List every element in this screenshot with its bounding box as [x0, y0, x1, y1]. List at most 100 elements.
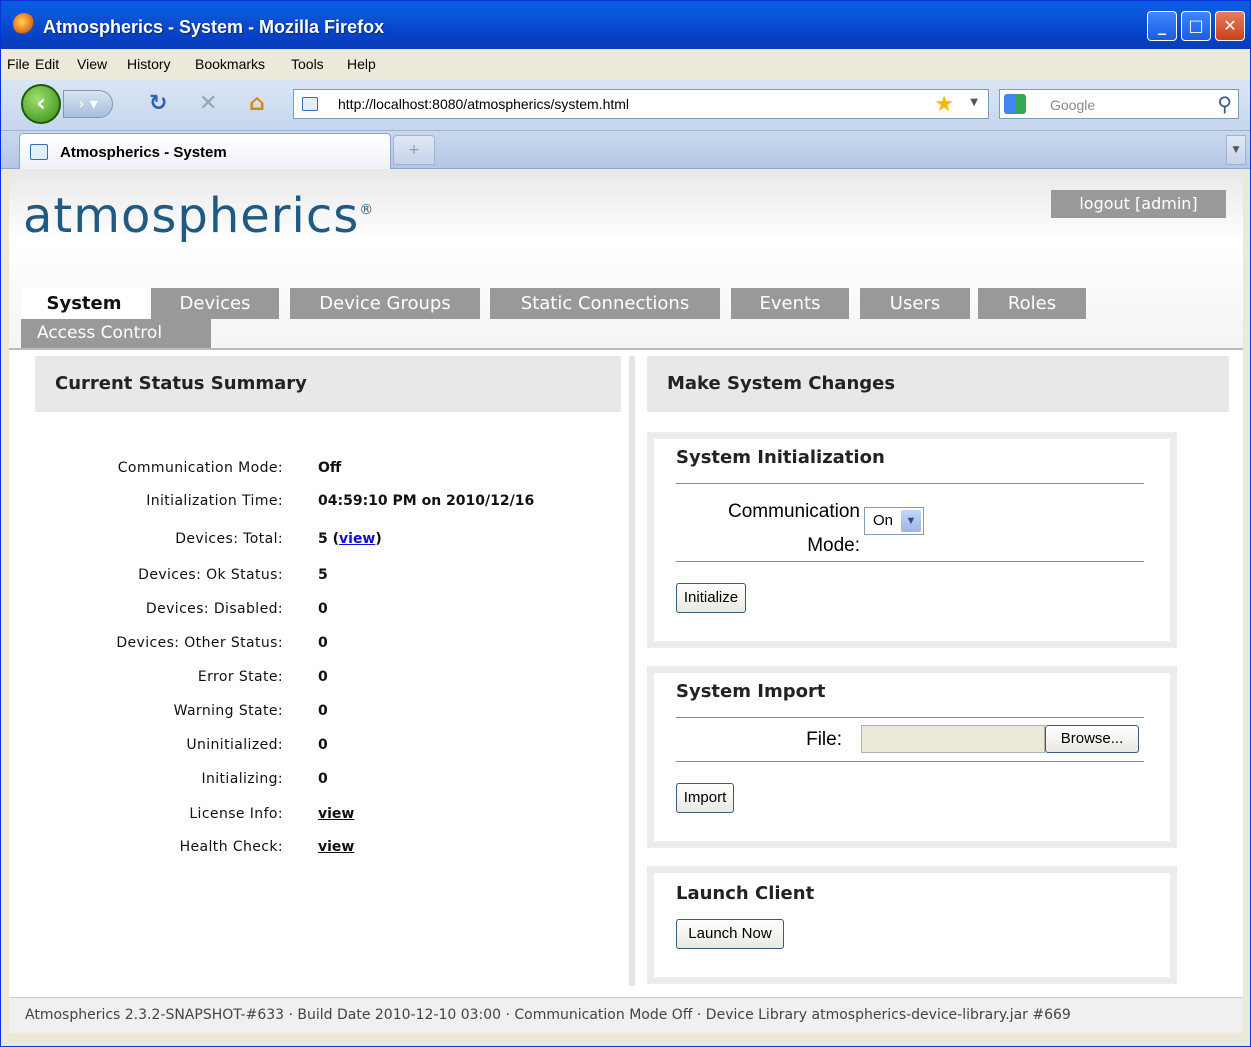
- system-changes-panel: Make System Changes System Initializatio…: [647, 356, 1229, 984]
- status-key: Uninitialized:: [186, 737, 283, 753]
- status-value: 0: [318, 737, 328, 753]
- menu-edit[interactable]: Edit: [35, 56, 59, 72]
- tab-list-icon[interactable]: ▼: [1226, 135, 1246, 165]
- status-key: Devices: Other Status:: [116, 635, 283, 651]
- atmospherics-logo: atmospherics®: [23, 188, 374, 244]
- label-line: Mode:: [807, 535, 860, 556]
- nav-tab-system[interactable]: System: [21, 288, 147, 319]
- status-key: Devices: Total:: [175, 531, 283, 547]
- url-dropdown-icon[interactable]: ▼: [970, 97, 978, 108]
- label-line: Communication: [728, 501, 860, 522]
- divider-line: [676, 717, 1144, 718]
- status-row: Devices: Ok Status: 5: [35, 567, 621, 591]
- paren-close: ): [375, 531, 382, 547]
- menu-view[interactable]: View: [77, 56, 107, 72]
- launch-client-box: Launch Client Launch Now: [647, 866, 1177, 984]
- google-icon[interactable]: [1004, 94, 1026, 114]
- system-import-box: System Import File: Browse... Import: [647, 666, 1177, 848]
- system-changes-title: Make System Changes: [647, 356, 1229, 412]
- status-key: Health Check:: [179, 839, 283, 855]
- title-bar[interactable]: Atmospherics - System - Mozilla Firefox …: [1, 1, 1250, 49]
- minimize-button[interactable]: _: [1147, 11, 1177, 41]
- menu-tools[interactable]: Tools: [291, 56, 324, 72]
- nav-tab-events[interactable]: Events: [731, 288, 849, 319]
- url-bar[interactable]: http://localhost:8080/atmospherics/syste…: [293, 89, 989, 119]
- firefox-icon: [13, 13, 35, 35]
- menu-bookmarks[interactable]: Bookmarks: [195, 56, 265, 72]
- browser-tab-label: Atmospherics - System: [60, 144, 227, 161]
- status-key: Communication Mode:: [117, 460, 283, 476]
- status-value: 0: [318, 635, 328, 651]
- import-button[interactable]: Import: [676, 783, 734, 813]
- nav-tab-roles[interactable]: Roles: [978, 288, 1086, 319]
- search-box[interactable]: Google ⚲: [999, 89, 1239, 119]
- communication-mode-label: Communication Mode:: [700, 495, 860, 563]
- page-footer: Atmospherics 2.3.2-SNAPSHOT-#633 · Build…: [9, 997, 1243, 1033]
- status-row: Initialization Time: 04:59:10 PM on 2010/…: [35, 493, 621, 517]
- search-placeholder: Google: [1050, 97, 1096, 113]
- navigation-toolbar: ‹ › ▾ ↻ ✕ ⌂ http://localhost:8080/atmosp…: [1, 79, 1250, 131]
- license-view-link[interactable]: view: [318, 806, 354, 822]
- devices-total-count: 5 (: [318, 531, 340, 547]
- logo-text: atmospherics: [23, 188, 360, 244]
- divider-line: [676, 761, 1144, 762]
- nav-underline: [9, 348, 1243, 350]
- stop-icon[interactable]: ✕: [199, 91, 217, 116]
- bookmark-star-icon[interactable]: ★: [934, 92, 954, 117]
- status-key: Error State:: [197, 669, 283, 685]
- status-summary-panel: Current Status Summary Communication Mod…: [35, 356, 621, 855]
- status-value: 0: [318, 703, 328, 719]
- home-icon[interactable]: ⌂: [249, 91, 265, 116]
- status-value: 0: [318, 601, 328, 617]
- site-favicon-icon: [302, 97, 318, 111]
- site-header: atmospherics® logout [admin] System Devi…: [9, 170, 1243, 350]
- status-row: Uninitialized: 0: [35, 737, 621, 761]
- status-row: Communication Mode: Off: [35, 460, 621, 484]
- nav-tab-access-control[interactable]: Access Control: [21, 319, 211, 348]
- browse-button[interactable]: Browse...: [1045, 725, 1139, 753]
- status-key: Initializing:: [201, 771, 283, 787]
- status-value: 0: [318, 669, 328, 685]
- page-content: atmospherics® logout [admin] System Devi…: [9, 170, 1243, 997]
- nav-tab-users[interactable]: Users: [860, 288, 970, 319]
- divider-line: [676, 561, 1144, 562]
- status-value: 5: [318, 567, 328, 583]
- status-value: 5 (view): [318, 531, 382, 547]
- column-divider: [629, 356, 635, 986]
- new-tab-button[interactable]: +: [393, 135, 435, 165]
- communication-mode-select[interactable]: On ▼: [864, 507, 924, 535]
- logout-button[interactable]: logout [admin]: [1051, 190, 1226, 218]
- launch-now-button[interactable]: Launch Now: [676, 919, 784, 949]
- tab-favicon-icon: [30, 144, 48, 160]
- status-value: 0: [318, 771, 328, 787]
- close-button[interactable]: ✕: [1215, 11, 1245, 41]
- status-row: Error State: 0: [35, 669, 621, 693]
- status-key: Warning State:: [173, 703, 283, 719]
- health-view-link[interactable]: view: [318, 839, 354, 855]
- system-initialization-title: System Initialization: [676, 447, 885, 468]
- nav-tab-device-groups[interactable]: Device Groups: [290, 288, 480, 319]
- file-label: File:: [806, 729, 842, 750]
- file-path-field[interactable]: [861, 725, 1045, 753]
- status-row: License Info: view: [35, 806, 621, 830]
- menu-help[interactable]: Help: [347, 56, 376, 72]
- devices-view-link[interactable]: view: [339, 531, 375, 547]
- menu-bar: File Edit View History Bookmarks Tools H…: [1, 49, 1250, 79]
- status-key: Devices: Disabled:: [145, 601, 283, 617]
- menu-file[interactable]: File: [7, 56, 30, 72]
- chevron-down-icon[interactable]: ▼: [901, 510, 921, 532]
- nav-tab-devices[interactable]: Devices: [151, 288, 279, 319]
- nav-tab-static-connections[interactable]: Static Connections: [490, 288, 720, 319]
- status-summary-title: Current Status Summary: [35, 356, 621, 412]
- status-row: Devices: Total: 5 (view): [35, 531, 621, 555]
- forward-arrow-icon[interactable]: › ▾: [63, 90, 113, 118]
- browser-tab[interactable]: Atmospherics - System: [19, 133, 391, 169]
- search-icon[interactable]: ⚲: [1217, 92, 1232, 116]
- menu-history[interactable]: History: [127, 56, 171, 72]
- reload-icon[interactable]: ↻: [149, 91, 167, 116]
- maximize-button[interactable]: □: [1181, 11, 1211, 41]
- browser-window: Atmospherics - System - Mozilla Firefox …: [0, 0, 1251, 1047]
- url-text: http://localhost:8080/atmospherics/syste…: [338, 96, 630, 112]
- initialize-button[interactable]: Initialize: [676, 583, 746, 613]
- back-arrow-icon[interactable]: ‹: [21, 84, 61, 124]
